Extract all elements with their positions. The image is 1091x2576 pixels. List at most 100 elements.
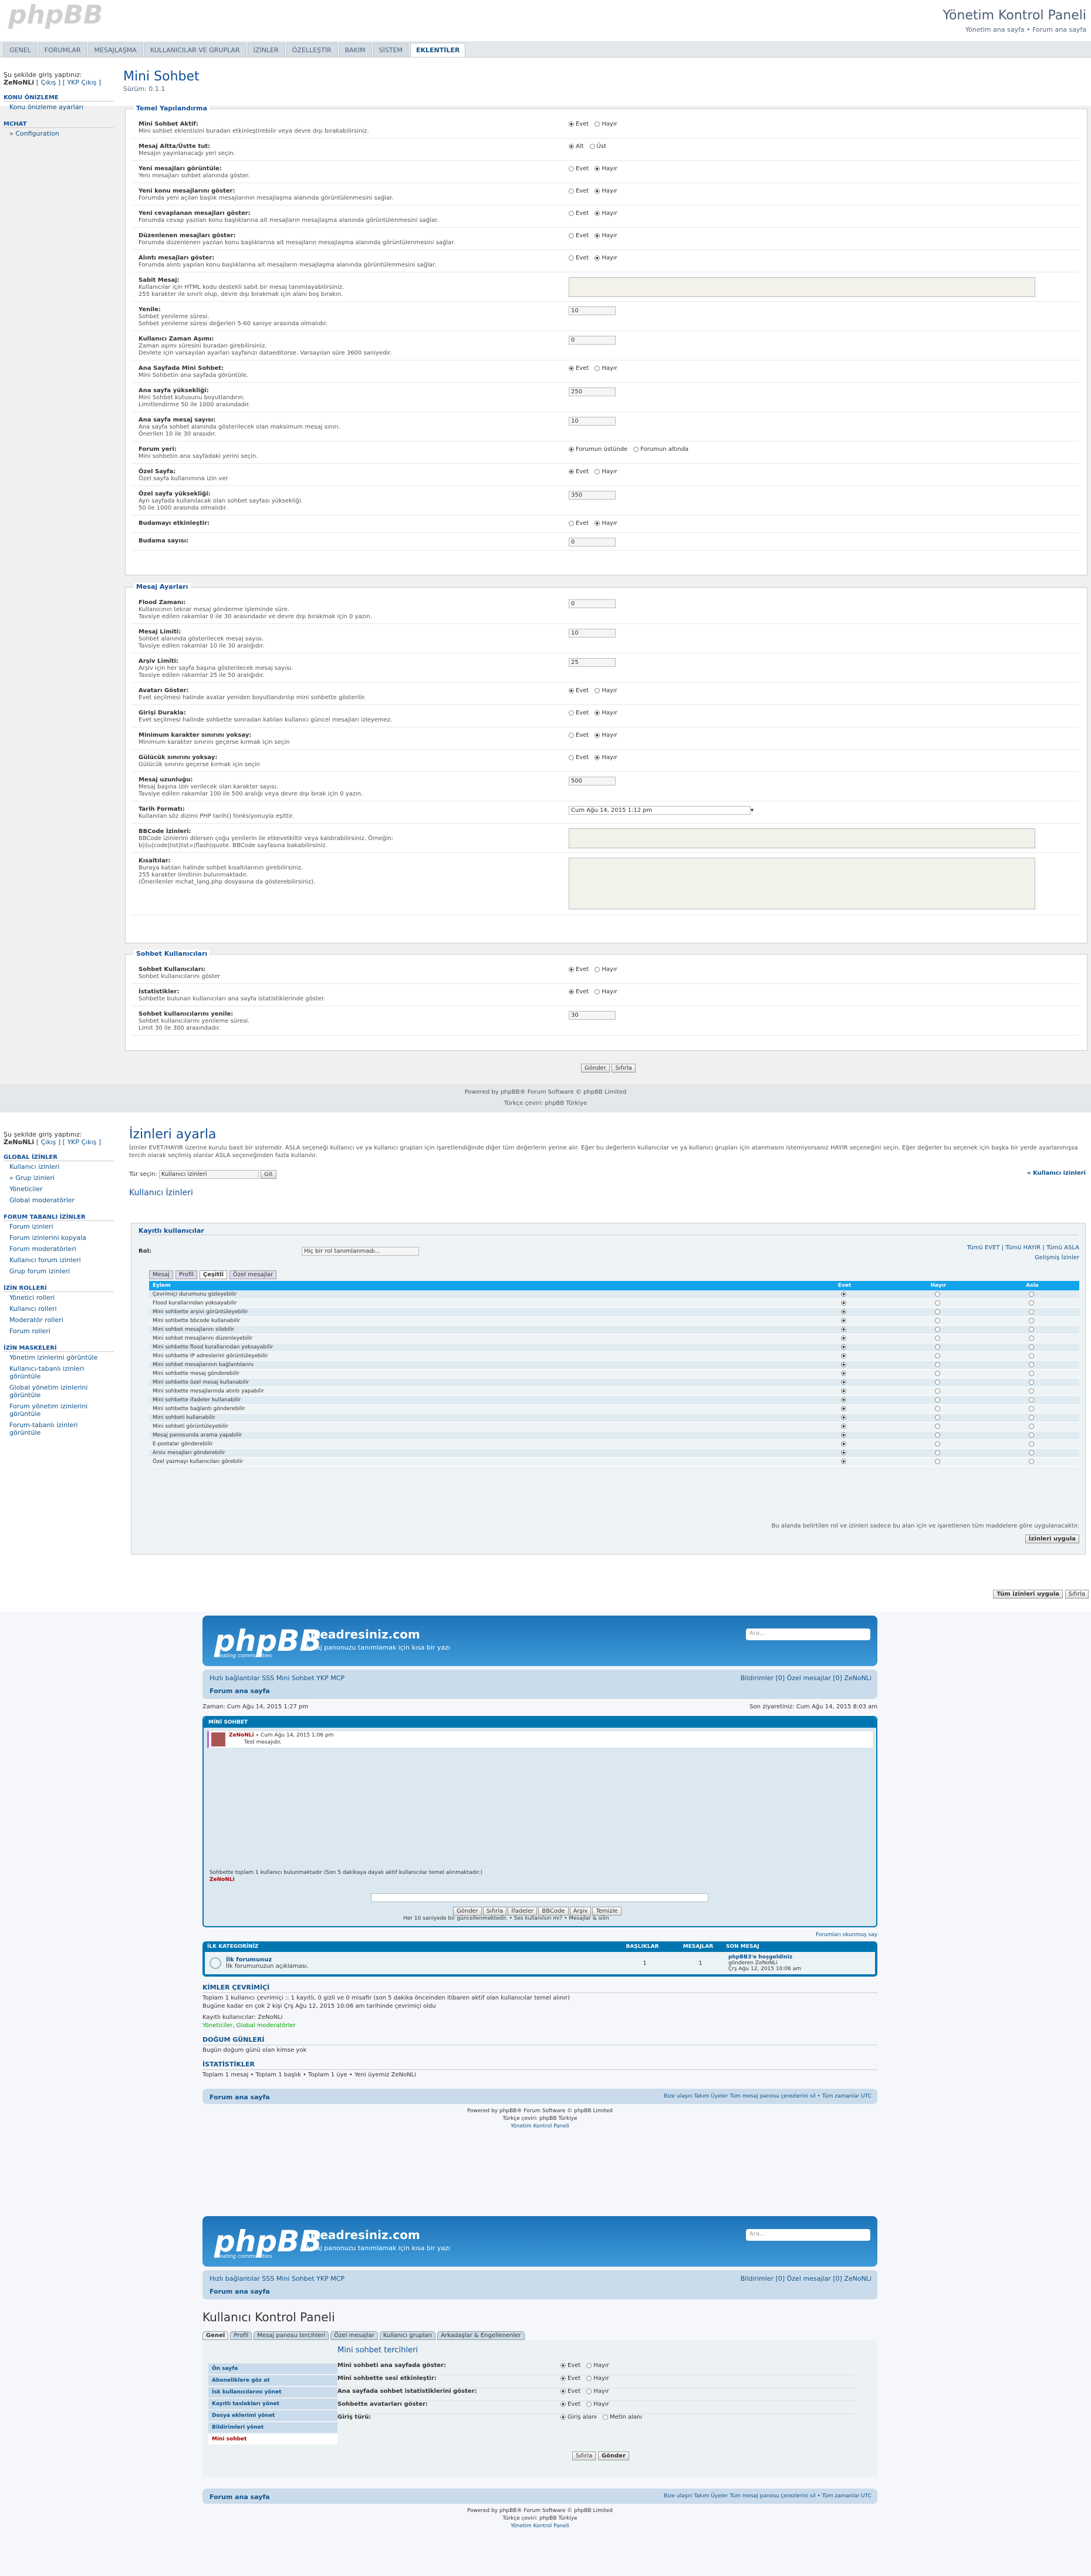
perm-radio[interactable]	[1029, 1300, 1034, 1306]
sidebar-item[interactable]: Yöneticiler	[4, 1184, 114, 1195]
text-input[interactable]: 0	[569, 538, 616, 547]
role-select[interactable]: Hiç bir rol tanımlanmadı...	[302, 1247, 419, 1256]
user-links[interactable]: Bildirimler [0] Özel mesajlar [0] ZeNoNL…	[741, 2275, 872, 2282]
perm-radio[interactable]	[1029, 1432, 1034, 1438]
perm-radio[interactable]	[935, 1415, 940, 1420]
radio-option[interactable]	[586, 2375, 592, 2381]
acp-tab[interactable]: FORUMLAR	[38, 43, 87, 57]
radio-option[interactable]	[602, 2414, 608, 2420]
textarea[interactable]	[569, 828, 1035, 848]
radio-option[interactable]	[569, 446, 574, 452]
acp-tab[interactable]: SİSTEM	[373, 43, 408, 57]
radio-option[interactable]	[589, 143, 595, 149]
perm-radio[interactable]	[841, 1450, 846, 1455]
radio-yes[interactable]	[569, 732, 574, 738]
radio-option[interactable]	[560, 2414, 566, 2420]
ucp-tab[interactable]: Genel	[202, 2331, 229, 2340]
radio-option[interactable]	[586, 2401, 592, 2407]
radio-yes[interactable]	[569, 188, 574, 194]
perm-radio[interactable]	[1029, 1424, 1034, 1429]
perm-radio[interactable]	[1029, 1318, 1034, 1323]
perm-radio[interactable]	[841, 1309, 846, 1314]
advanced-link[interactable]: Gelişmiş İzinler	[967, 1255, 1079, 1261]
radio-no[interactable]	[595, 166, 600, 171]
category-title[interactable]: İLK KATEGORİNİZ	[207, 1944, 614, 1950]
radio-yes[interactable]	[569, 166, 574, 171]
perm-radio[interactable]	[1029, 1397, 1034, 1402]
sidebar-item[interactable]: Global yönetim izinlerini görüntüle	[4, 1382, 114, 1401]
text-input[interactable]: 250	[569, 387, 616, 396]
perm-radio[interactable]	[841, 1415, 846, 1420]
ucp-reset-button[interactable]: Sıfırla	[572, 2452, 596, 2460]
perm-radio[interactable]	[935, 1397, 940, 1402]
mchat-button[interactable]: İfadeler	[508, 1907, 538, 1916]
date-format-select[interactable]: Cum Ağu 14, 2015 1:12 pm	[569, 806, 751, 815]
radio-yes[interactable]	[569, 365, 574, 371]
perm-radio[interactable]	[841, 1406, 846, 1411]
perm-radio[interactable]	[935, 1371, 940, 1376]
perm-radio[interactable]	[935, 1441, 940, 1447]
text-input[interactable]: 25	[569, 658, 616, 667]
sidebar-item[interactable]: Yönetici rolleri	[4, 1292, 114, 1303]
perm-radio[interactable]	[1029, 1415, 1034, 1420]
radio-no[interactable]	[595, 966, 600, 972]
radio-no[interactable]	[595, 989, 600, 994]
perm-radio[interactable]	[935, 1362, 940, 1367]
mchat-username[interactable]: ZeNoNLi	[229, 1732, 254, 1738]
ucp-tab[interactable]: Arkadaşlar & Engellenenler	[437, 2331, 525, 2340]
radio-no[interactable]	[595, 121, 600, 127]
quick-links[interactable]: Hızlı bağlantılar SSS Mini Sohbet YKP MC…	[210, 1674, 344, 1682]
perm-radio[interactable]	[841, 1327, 846, 1332]
sidebar-item[interactable]: Forum rolleri	[4, 1326, 114, 1337]
radio-option[interactable]	[560, 2388, 566, 2394]
ucp-sidebar-item[interactable]: Bildirimleri yönet	[208, 2422, 337, 2433]
sidebar-item[interactable]: Moderatör rolleri	[4, 1314, 114, 1326]
perm-radio[interactable]	[1029, 1441, 1034, 1447]
perm-radio[interactable]	[1029, 1309, 1034, 1314]
radio-no[interactable]	[595, 210, 600, 216]
text-input[interactable]: 0	[569, 599, 616, 608]
radio-no[interactable]	[595, 710, 600, 716]
mchat-button[interactable]: Arşiv	[569, 1907, 592, 1916]
perm-radio[interactable]	[1029, 1459, 1034, 1464]
mchat-online-user[interactable]: ZeNoNLi	[210, 1877, 235, 1883]
perm-radio[interactable]	[841, 1300, 846, 1306]
radio-yes[interactable]	[569, 468, 574, 474]
ucp-sidebar-item[interactable]: Kayıtlı taslakları yönet	[208, 2399, 337, 2409]
sidebar-item[interactable]: Global moderatörler	[4, 1195, 114, 1206]
ucp-tab[interactable]: Kullanıcı grupları	[379, 2331, 436, 2340]
perm-radio[interactable]	[1029, 1380, 1034, 1385]
radio-no[interactable]	[595, 232, 600, 238]
perm-radio[interactable]	[935, 1327, 940, 1332]
radio-yes[interactable]	[569, 232, 574, 238]
perm-radio[interactable]	[935, 1432, 940, 1438]
perm-radio[interactable]	[1029, 1353, 1034, 1358]
perm-radio[interactable]	[935, 1309, 940, 1314]
text-input[interactable]: 0	[569, 336, 616, 345]
text-input[interactable]: 500	[569, 777, 616, 785]
radio-option[interactable]	[633, 446, 639, 452]
breadcrumb-home[interactable]: Forum ana sayfa	[210, 2288, 270, 2295]
perm-radio[interactable]	[1029, 1336, 1034, 1341]
forum-name[interactable]: İlk forumunuz	[226, 1957, 272, 1963]
radio-yes[interactable]	[569, 989, 574, 994]
sidebar-item[interactable]: Forum moderatörleri	[4, 1243, 114, 1255]
sidebar-item[interactable]: Kullanıcı rolleri	[4, 1303, 114, 1314]
mchat-button[interactable]: Temizle	[592, 1907, 622, 1916]
ucp-tab[interactable]: Profil	[230, 2331, 252, 2340]
who-header[interactable]: KİMLER ÇEVRİMİÇİ	[202, 1984, 877, 1993]
mark-read[interactable]: Forumları okunmuş say	[202, 1932, 877, 1938]
search-input[interactable]: Ara...	[746, 1628, 870, 1640]
acp-tab[interactable]: ÖZELLEŞTİR	[286, 43, 337, 57]
sidebar-item[interactable]: Forum-tabanlı izinleri görüntüle	[4, 1420, 114, 1438]
text-input[interactable]: 10	[569, 417, 616, 426]
quick-links[interactable]: Hızlı bağlantılar SSS Mini Sohbet YKP MC…	[210, 2275, 344, 2282]
radio-option[interactable]	[560, 2375, 566, 2381]
acp-tab[interactable]: KULLANICILAR VE GRUPLAR	[144, 43, 246, 57]
sidebar-item[interactable]: Kullanıcı izinleri	[4, 1161, 114, 1172]
sidebar-item[interactable]: Konu önizleme ayarları	[4, 102, 114, 113]
search-input[interactable]: Ara...	[746, 2229, 870, 2241]
perm-radio[interactable]	[841, 1344, 846, 1350]
all-links[interactable]: Tümü EVET | Tümü HAYIR | Tümü ASLA	[967, 1245, 1079, 1251]
sidebar-item[interactable]: Forum izinlerini kopyala	[4, 1232, 114, 1243]
